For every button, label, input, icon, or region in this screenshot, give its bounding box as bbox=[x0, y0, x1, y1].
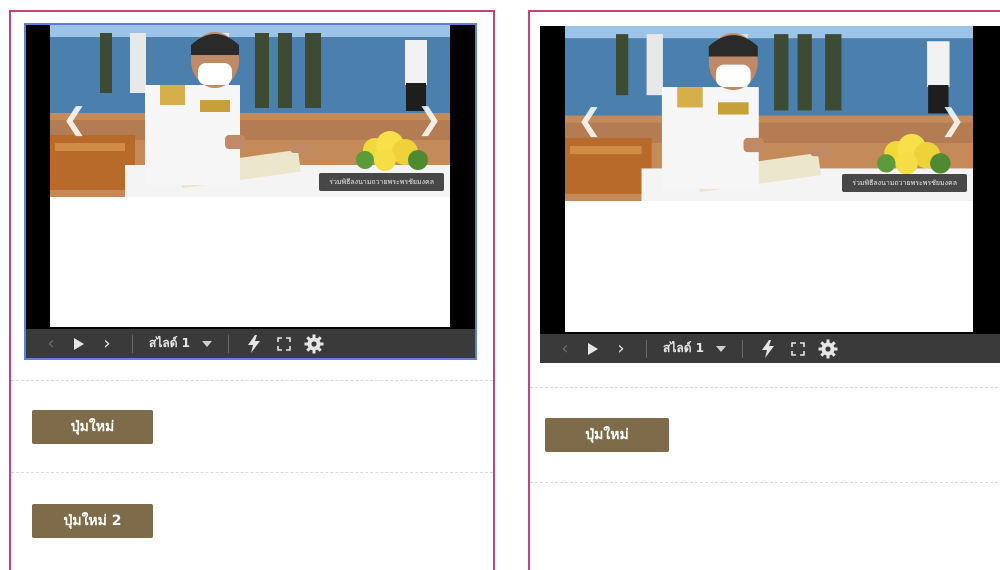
previous-icon[interactable]: ‹ bbox=[550, 334, 580, 363]
dropdown-caret-icon[interactable] bbox=[196, 329, 218, 358]
section-divider bbox=[11, 380, 493, 381]
fullscreen-icon[interactable] bbox=[269, 329, 299, 358]
play-icon[interactable] bbox=[66, 329, 92, 358]
content-block-right: ❮ ❯ ร่วมพิธีลงนามถวายพระพรชัยมงคล ‹ › สไ… bbox=[528, 10, 1000, 570]
dropdown-caret-icon[interactable] bbox=[710, 334, 732, 363]
slide-caption: ร่วมพิธีลงนามถวายพระพรชัยมงคล bbox=[842, 174, 967, 192]
slides-embed[interactable]: ❮ ❯ ร่วมพิธีลงนามถวายพระพรชัยมงคล ‹ › สไ… bbox=[540, 26, 1000, 363]
slide-next-arrow-icon[interactable]: ❯ bbox=[940, 106, 965, 136]
previous-icon[interactable]: ‹ bbox=[36, 329, 66, 358]
laser-pointer-icon[interactable] bbox=[753, 334, 783, 363]
play-icon[interactable] bbox=[580, 334, 606, 363]
slides-toolbar: ‹ › สไลด์ 1 bbox=[540, 334, 1000, 363]
slide-photo: ❮ ❯ ร่วมพิธีลงนามถวายพระพรชัยมงคล bbox=[50, 25, 450, 197]
new-button[interactable]: ปุ่มใหม่ bbox=[545, 418, 669, 452]
slide-caption: ร่วมพิธีลงนามถวายพระพรชัยมงคล bbox=[319, 173, 444, 191]
next-icon[interactable]: › bbox=[92, 329, 122, 358]
toolbar-separator bbox=[742, 339, 744, 358]
slide-canvas: ❮ ❯ ร่วมพิธีลงนามถวายพระพรชัยมงคล bbox=[565, 26, 973, 332]
slide-prev-arrow-icon[interactable]: ❮ bbox=[577, 106, 602, 136]
section-divider bbox=[530, 482, 1000, 483]
slide-selector[interactable]: สไลด์ 1 bbox=[657, 334, 710, 363]
settings-gear-icon[interactable] bbox=[299, 329, 329, 358]
section-divider bbox=[11, 472, 493, 473]
content-block-left: ❮ ❯ ร่วมพิธีลงนามถวายพระพรชัยมงคล ‹ › สไ… bbox=[9, 10, 495, 570]
toolbar-separator bbox=[132, 334, 133, 353]
slide-prev-arrow-icon[interactable]: ❮ bbox=[62, 105, 87, 135]
new-button[interactable]: ปุ่มใหม่ bbox=[32, 410, 153, 444]
slides-embed[interactable]: ❮ ❯ ร่วมพิธีลงนามถวายพระพรชัยมงคล ‹ › สไ… bbox=[24, 23, 477, 360]
laser-pointer-icon[interactable] bbox=[239, 329, 269, 358]
next-icon[interactable]: › bbox=[606, 334, 636, 363]
slide-selector[interactable]: สไลด์ 1 bbox=[143, 329, 196, 358]
section-divider bbox=[530, 387, 1000, 388]
toolbar-separator bbox=[228, 334, 230, 353]
toolbar-separator bbox=[646, 339, 647, 358]
slide-next-arrow-icon[interactable]: ❯ bbox=[417, 105, 442, 135]
new-button-2[interactable]: ปุ่มใหม่ 2 bbox=[32, 504, 153, 538]
fullscreen-icon[interactable] bbox=[783, 334, 813, 363]
slides-toolbar: ‹ › สไลด์ 1 bbox=[26, 329, 475, 358]
slide-photo: ❮ ❯ ร่วมพิธีลงนามถวายพระพรชัยมงคล bbox=[565, 26, 973, 201]
settings-gear-icon[interactable] bbox=[813, 334, 843, 363]
slide-canvas: ❮ ❯ ร่วมพิธีลงนามถวายพระพรชัยมงคล bbox=[50, 25, 450, 327]
